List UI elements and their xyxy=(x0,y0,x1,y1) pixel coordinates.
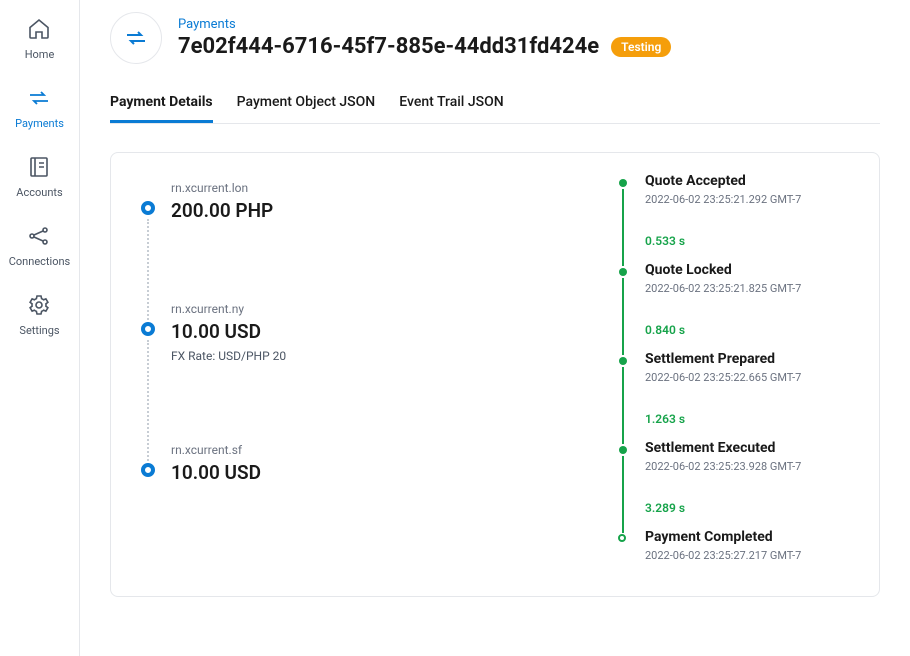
timeline-connector-line xyxy=(622,473,624,533)
transfer-icon xyxy=(110,12,162,64)
payment-chain: rn.xcurrent.lon 200.00 PHP rn.xcurrent.n… xyxy=(111,153,609,596)
timeline-event-time: 2022-06-02 23:25:27.217 GMT-7 xyxy=(645,549,859,562)
hop-fx-rate: FX Rate: USD/PHP 20 xyxy=(171,349,579,363)
timeline-event: Payment Completed 2022-06-02 23:25:27.21… xyxy=(619,529,859,576)
status-badge: Testing xyxy=(611,37,671,57)
timeline-connector-line xyxy=(622,384,624,444)
timeline-event-title: Payment Completed xyxy=(645,529,859,545)
transfer-icon xyxy=(26,85,52,111)
nav-label: Settings xyxy=(19,324,59,337)
home-icon xyxy=(26,16,52,42)
timeline-duration: 0.840 s xyxy=(619,309,859,351)
timeline-event-time: 2022-06-02 23:25:22.665 GMT-7 xyxy=(645,371,859,384)
timeline-event-time: 2022-06-02 23:25:23.928 GMT-7 xyxy=(645,460,859,473)
details-card: rn.xcurrent.lon 200.00 PHP rn.xcurrent.n… xyxy=(110,152,880,597)
timeline-event: Settlement Prepared 2022-06-02 23:25:22.… xyxy=(619,351,859,398)
hop-dot-icon xyxy=(141,322,155,336)
timeline-duration: 3.289 s xyxy=(619,487,859,529)
timeline-dot-icon xyxy=(619,179,627,187)
hop-dot-icon xyxy=(141,463,155,477)
network-icon xyxy=(26,223,52,249)
timeline-duration-value: 0.533 s xyxy=(645,234,685,248)
timeline-dot-icon xyxy=(619,357,627,365)
nav-payments[interactable]: Payments xyxy=(15,85,64,130)
hop-amount: 200.00 PHP xyxy=(171,199,579,222)
timeline-dot-open-icon xyxy=(618,534,626,542)
gear-icon xyxy=(26,292,52,318)
event-timeline: Quote Accepted 2022-06-02 23:25:21.292 G… xyxy=(609,153,879,596)
hop-connector-line xyxy=(147,219,149,324)
nav-accounts[interactable]: Accounts xyxy=(16,154,62,199)
chain-hop: rn.xcurrent.sf 10.00 USD xyxy=(141,443,579,484)
nav-home[interactable]: Home xyxy=(25,16,55,61)
nav-label: Home xyxy=(25,48,55,61)
nav-settings[interactable]: Settings xyxy=(19,292,59,337)
hop-connector-line xyxy=(147,340,149,465)
page-title: 7e02f444-6716-45f7-885e-44dd31fd424e xyxy=(178,34,599,59)
tab-payment-object-json[interactable]: Payment Object JSON xyxy=(237,84,376,123)
timeline-connector-line xyxy=(622,206,624,266)
timeline-event: Quote Accepted 2022-06-02 23:25:21.292 G… xyxy=(619,173,859,220)
tab-payment-details[interactable]: Payment Details xyxy=(110,84,213,123)
breadcrumb[interactable]: Payments xyxy=(178,17,671,32)
timeline-event-title: Quote Accepted xyxy=(645,173,859,189)
nav-connections[interactable]: Connections xyxy=(9,223,70,268)
timeline-duration-value: 0.840 s xyxy=(645,323,685,337)
hop-node-label: rn.xcurrent.lon xyxy=(171,181,579,195)
sidebar: Home Payments Accounts Connections Setti xyxy=(0,0,80,656)
chain-hop: rn.xcurrent.lon 200.00 PHP xyxy=(141,181,579,302)
timeline-duration-value: 1.263 s xyxy=(645,412,685,426)
timeline-event: Settlement Executed 2022-06-02 23:25:23.… xyxy=(619,440,859,487)
timeline-event-time: 2022-06-02 23:25:21.825 GMT-7 xyxy=(645,282,859,295)
timeline-duration: 1.263 s xyxy=(619,398,859,440)
chain-hop: rn.xcurrent.ny 10.00 USD FX Rate: USD/PH… xyxy=(141,302,579,443)
tab-event-trail-json[interactable]: Event Trail JSON xyxy=(399,84,503,123)
hop-node-label: rn.xcurrent.ny xyxy=(171,302,579,316)
nav-label: Connections xyxy=(9,255,70,268)
timeline-connector-line xyxy=(622,295,624,355)
hop-node-label: rn.xcurrent.sf xyxy=(171,443,579,457)
timeline-dot-icon xyxy=(619,446,627,454)
main-content: Payments 7e02f444-6716-45f7-885e-44dd31f… xyxy=(80,0,910,656)
nav-label: Payments xyxy=(15,117,64,130)
hop-dot-icon xyxy=(141,201,155,215)
timeline-duration: 0.533 s xyxy=(619,220,859,262)
hop-amount: 10.00 USD xyxy=(171,461,579,484)
timeline-duration-value: 3.289 s xyxy=(645,501,685,515)
timeline-event-title: Quote Locked xyxy=(645,262,859,278)
timeline-event: Quote Locked 2022-06-02 23:25:21.825 GMT… xyxy=(619,262,859,309)
tabs: Payment Details Payment Object JSON Even… xyxy=(110,84,880,124)
nav-label: Accounts xyxy=(16,186,62,199)
book-icon xyxy=(26,154,52,180)
page-header: Payments 7e02f444-6716-45f7-885e-44dd31f… xyxy=(110,12,880,84)
timeline-event-time: 2022-06-02 23:25:21.292 GMT-7 xyxy=(645,193,859,206)
hop-amount: 10.00 USD xyxy=(171,320,579,343)
timeline-dot-icon xyxy=(619,268,627,276)
timeline-event-title: Settlement Executed xyxy=(645,440,859,456)
timeline-event-title: Settlement Prepared xyxy=(645,351,859,367)
